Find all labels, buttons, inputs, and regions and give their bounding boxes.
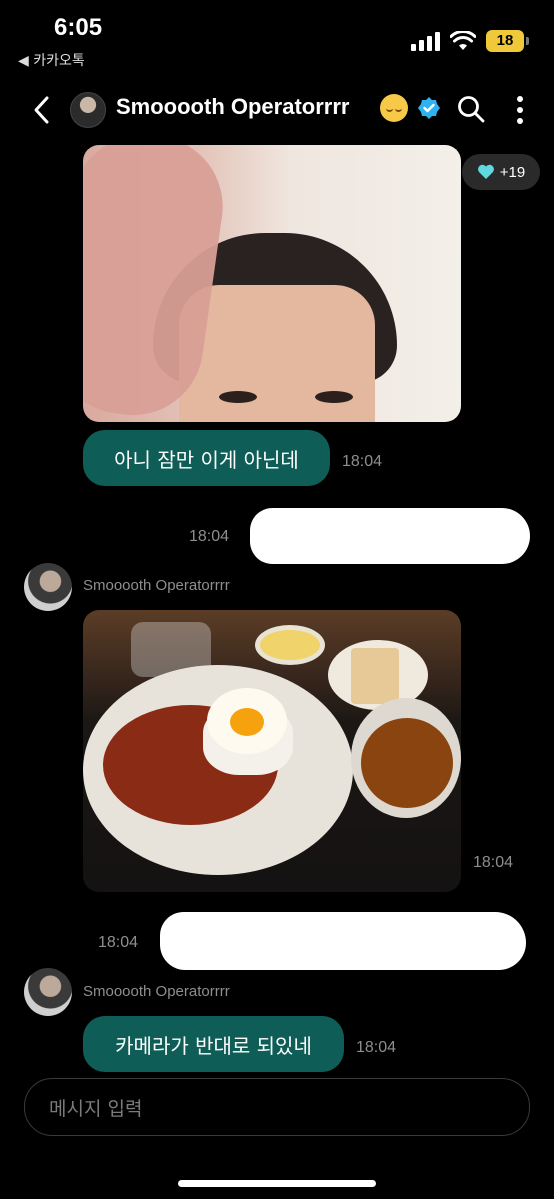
message-timestamp: 18:04 bbox=[356, 1039, 397, 1056]
back-to-app-link[interactable]: ◀ 카카오톡 bbox=[18, 50, 85, 70]
food-photo[interactable] bbox=[83, 610, 461, 892]
message-timestamp: 18:04 bbox=[98, 934, 139, 951]
chat-header: Smooooth Operatorrrr bbox=[0, 82, 554, 138]
message-input[interactable]: 메시지 입력 bbox=[24, 1078, 530, 1136]
sleepy-face-emoji-icon bbox=[380, 94, 408, 122]
reaction-badge[interactable]: +19 bbox=[462, 154, 540, 190]
photo-detail bbox=[230, 708, 264, 736]
avatar[interactable] bbox=[24, 563, 72, 611]
message-timestamp: 18:04 bbox=[473, 854, 514, 871]
redacted-message bbox=[250, 508, 530, 564]
more-vertical-icon[interactable] bbox=[508, 94, 532, 126]
home-indicator[interactable] bbox=[178, 1180, 376, 1187]
selfie-photo[interactable] bbox=[83, 145, 461, 422]
avatar[interactable] bbox=[24, 968, 72, 1016]
status-icons: 18 bbox=[411, 30, 529, 52]
chat-avatar[interactable] bbox=[70, 92, 106, 128]
battery-icon: 18 bbox=[486, 30, 529, 52]
photo-detail bbox=[351, 648, 399, 704]
reaction-count: +19 bbox=[499, 163, 526, 181]
photo-detail bbox=[315, 391, 353, 403]
search-icon[interactable] bbox=[456, 94, 486, 124]
sender-name: Smooooth Operatorrrr bbox=[83, 577, 230, 594]
wifi-icon bbox=[450, 31, 476, 50]
back-chevron-icon[interactable] bbox=[28, 92, 58, 128]
message-bubble[interactable]: 아니 잠만 이게 아닌데 bbox=[83, 430, 330, 486]
message-bubble[interactable]: 카메라가 반대로 되있네 bbox=[83, 1016, 344, 1072]
photo-detail bbox=[219, 391, 257, 403]
verified-badge-icon bbox=[418, 97, 440, 119]
heart-icon bbox=[477, 164, 494, 179]
photo-detail bbox=[255, 625, 325, 665]
status-time: 6:05 bbox=[54, 14, 103, 41]
signal-icon bbox=[411, 31, 440, 51]
photo-detail bbox=[361, 718, 453, 808]
message-timestamp: 18:04 bbox=[342, 453, 383, 470]
sender-name: Smooooth Operatorrrr bbox=[83, 983, 230, 1000]
chat-title[interactable]: Smooooth Operatorrrr bbox=[116, 94, 349, 120]
redacted-message bbox=[160, 912, 526, 970]
message-timestamp: 18:04 bbox=[189, 528, 230, 545]
